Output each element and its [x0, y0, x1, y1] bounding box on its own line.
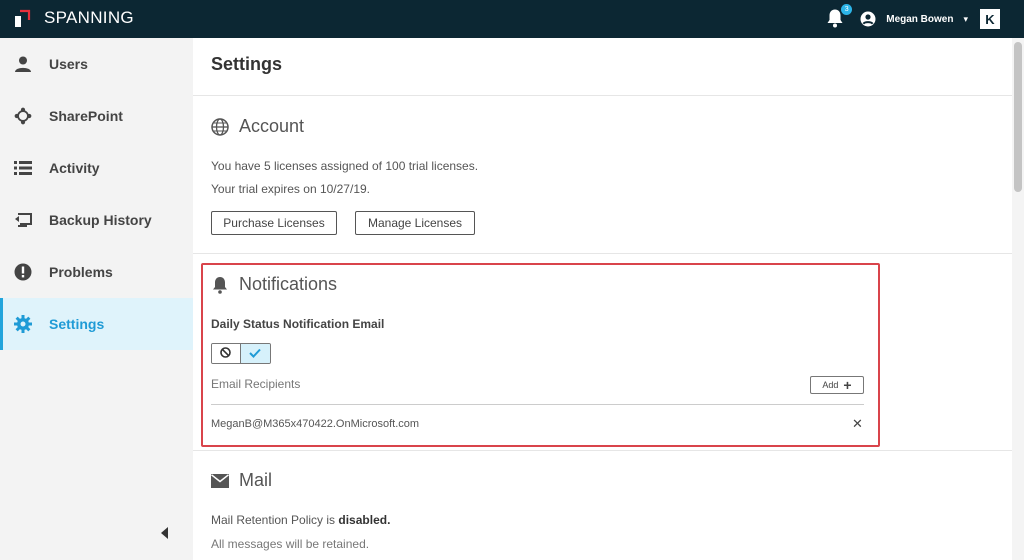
brand[interactable]: SPANNING: [14, 8, 134, 28]
spanning-logo-icon: [14, 8, 34, 28]
chevron-left-icon: [161, 526, 169, 544]
sidebar-item-users[interactable]: Users: [0, 38, 193, 90]
account-section-heading: Account: [211, 116, 304, 137]
sidebar-item-problems[interactable]: Problems: [0, 246, 193, 298]
user-menu-caret-icon[interactable]: ▾: [963, 14, 968, 25]
purchase-licenses-button[interactable]: Purchase Licenses: [211, 211, 337, 235]
user-icon: [14, 55, 32, 73]
partner-logo[interactable]: K: [980, 9, 1000, 29]
envelope-icon: [211, 472, 229, 490]
sidebar-item-label: Problems: [49, 264, 113, 280]
scrollbar-thumb[interactable]: [1014, 42, 1022, 192]
mail-retention-value: disabled.: [338, 513, 391, 527]
collapse-sidebar-button[interactable]: [158, 525, 172, 545]
globe-icon: [211, 117, 229, 136]
alert-icon: [14, 263, 32, 281]
sidebar-item-label: Activity: [49, 160, 100, 176]
divider: [193, 450, 1012, 451]
section-title-text: Account: [239, 116, 305, 136]
notification-count-badge: 3: [841, 4, 853, 15]
sidebar-item-label: SharePoint: [49, 108, 123, 124]
page-title: Settings: [211, 54, 283, 74]
mail-section-heading: Mail: [211, 470, 272, 491]
page-scrollbar[interactable]: [1012, 38, 1024, 560]
sharepoint-icon: [14, 107, 32, 125]
account-circle-icon[interactable]: [860, 11, 876, 27]
sidebar-item-label: Settings: [49, 316, 105, 332]
divider: [193, 253, 1012, 254]
list-icon: [14, 159, 32, 177]
notifications-highlight-box: [201, 263, 880, 447]
brand-name: SPANNING: [44, 8, 134, 27]
top-bar: SPANNING 3 Megan Bowen ▾ K: [0, 0, 1024, 38]
mail-retention-prefix: Mail Retention Policy is: [211, 513, 339, 527]
section-title-text: Mail: [239, 470, 273, 490]
licenses-text: You have 5 licenses assigned of 100 tria…: [211, 159, 479, 173]
manage-licenses-button[interactable]: Manage Licenses: [355, 211, 475, 235]
gear-icon: [14, 315, 32, 333]
sidebar-item-settings[interactable]: Settings: [0, 298, 193, 350]
user-name[interactable]: Megan Bowen: [886, 14, 953, 25]
sidebar-item-label: Users: [49, 56, 88, 72]
sidebar-item-label: Backup History: [49, 212, 152, 228]
trial-expiry-text: Your trial expires on 10/27/19.: [211, 182, 370, 196]
sidebar: Users SharePoint Activity Backup History…: [0, 38, 193, 560]
bell-icon: [826, 9, 844, 32]
sidebar-item-sharepoint[interactable]: SharePoint: [0, 90, 193, 142]
sidebar-item-backup-history[interactable]: Backup History: [0, 194, 193, 246]
sidebar-item-activity[interactable]: Activity: [0, 142, 193, 194]
mail-retention-text: Mail Retention Policy is disabled.: [211, 513, 390, 527]
divider: [193, 95, 1012, 96]
notifications-button[interactable]: 3: [826, 4, 853, 32]
restore-icon: [14, 211, 32, 229]
messages-retained-text: All messages will be retained.: [211, 537, 370, 551]
